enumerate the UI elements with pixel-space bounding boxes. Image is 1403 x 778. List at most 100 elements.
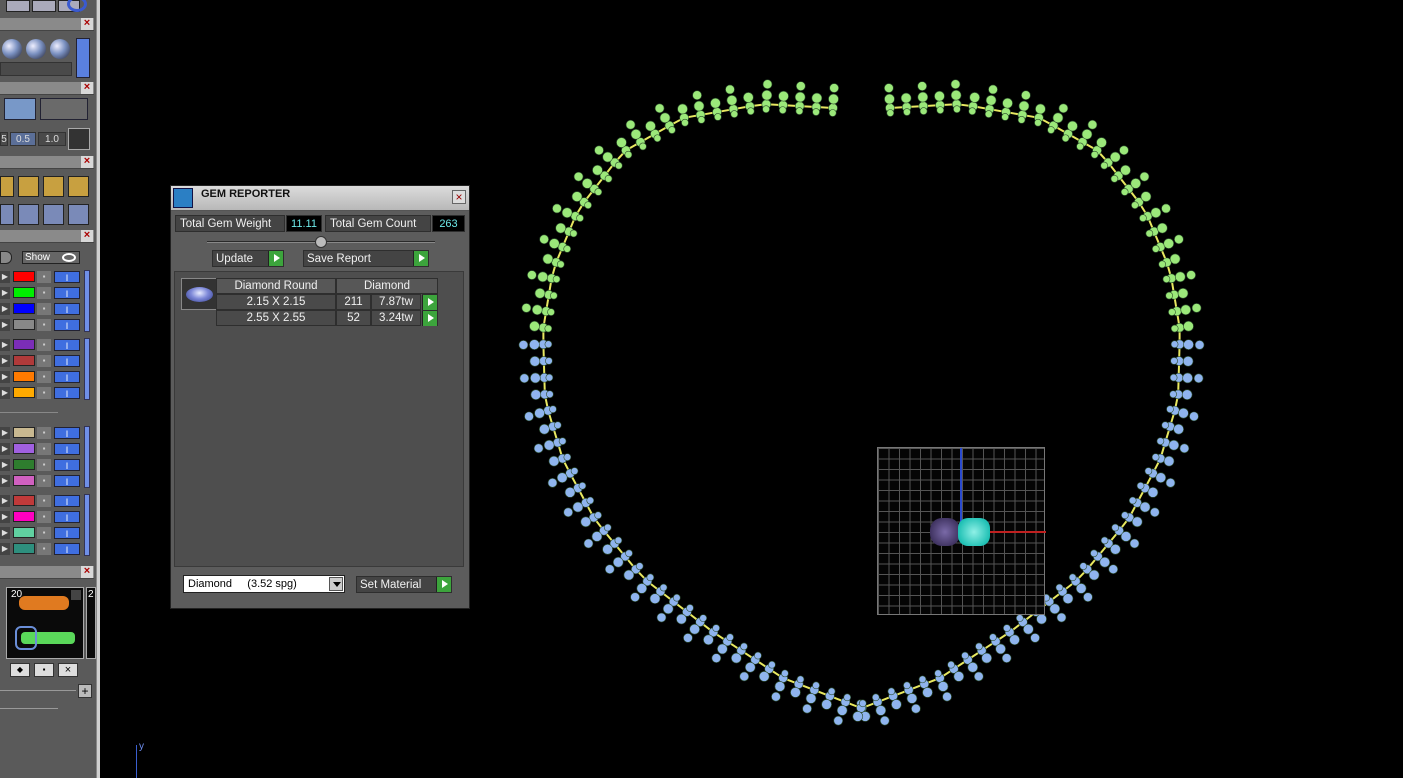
transform-tool-icon-2[interactable] — [18, 204, 39, 225]
layer-row[interactable]: ▶ ▪ I — [0, 510, 82, 524]
layer-color-swatch[interactable] — [13, 303, 35, 314]
expand-arrow-icon[interactable]: ▶ — [0, 475, 10, 487]
layer-color-swatch[interactable] — [13, 355, 35, 366]
edit-tool-icon-4[interactable] — [68, 176, 89, 197]
layer-visibility-toggle[interactable]: I — [54, 459, 80, 471]
sphere-shade-icon-3[interactable] — [50, 39, 70, 59]
lock-icon[interactable]: ▪ — [37, 387, 51, 399]
layer-color-swatch[interactable] — [13, 543, 35, 554]
show-toggle[interactable]: Show — [22, 251, 80, 264]
edit-tool-icon-3[interactable] — [43, 176, 64, 197]
layer-color-swatch[interactable] — [13, 287, 35, 298]
expand-arrow-icon[interactable]: ▶ — [0, 271, 10, 283]
transform-tool-icon-4[interactable] — [68, 204, 89, 225]
lock-icon[interactable]: ▪ — [37, 495, 51, 507]
close-icon[interactable]: × — [81, 18, 93, 30]
layer-visibility-toggle[interactable]: I — [54, 495, 80, 507]
library-delete-button[interactable]: × — [58, 663, 78, 677]
layer-visibility-toggle[interactable]: I — [54, 475, 80, 487]
expand-arrow-icon[interactable]: ▶ — [0, 371, 10, 383]
layer-color-swatch[interactable] — [13, 427, 35, 438]
tool-icon-2[interactable] — [32, 0, 56, 12]
layer-color-swatch[interactable] — [13, 527, 35, 538]
sphere-shade-icon-2[interactable] — [26, 39, 46, 59]
lock-icon[interactable]: ▪ — [37, 339, 51, 351]
circle-tool-icon[interactable] — [67, 0, 87, 12]
expand-arrow-icon[interactable]: ▶ — [0, 355, 10, 367]
expand-arrow-icon[interactable]: ▶ — [0, 303, 10, 315]
layer-row[interactable]: ▶ ▪ I — [0, 386, 82, 400]
layer-visibility-toggle[interactable]: I — [54, 355, 80, 367]
close-icon[interactable]: × — [81, 82, 93, 94]
layer-color-swatch[interactable] — [13, 495, 35, 506]
expand-arrow-icon[interactable]: ▶ — [0, 427, 10, 439]
close-icon[interactable]: × — [81, 156, 93, 168]
expand-arrow-icon[interactable]: ▶ — [0, 511, 10, 523]
chevron-down-icon[interactable] — [329, 577, 343, 591]
layer-color-swatch[interactable] — [13, 443, 35, 454]
layer-color-swatch[interactable] — [13, 459, 35, 470]
transform-tool-icon-1[interactable] — [0, 204, 14, 225]
lock-icon[interactable]: ▪ — [37, 543, 51, 555]
close-icon[interactable]: × — [81, 566, 93, 578]
lock-icon[interactable]: ▪ — [37, 303, 51, 315]
select-row-button[interactable] — [422, 310, 438, 326]
expand-arrow-icon[interactable]: ▶ — [0, 287, 10, 299]
layer-visibility-toggle[interactable]: I — [54, 303, 80, 315]
shade-mode-button[interactable] — [76, 38, 90, 78]
layer-visibility-toggle[interactable]: I — [54, 543, 80, 555]
tool-icon-1[interactable] — [6, 0, 30, 12]
layer-row[interactable]: ▶ ▪ I — [0, 338, 82, 352]
edit-tool-icon-1[interactable] — [0, 176, 14, 197]
hide-toggle[interactable] — [0, 251, 12, 264]
layer-row[interactable]: ▶ ▪ I — [0, 474, 82, 488]
library-thumbnail-2[interactable]: 2 — [86, 587, 96, 659]
expand-arrow-icon[interactable]: ▶ — [0, 443, 10, 455]
lock-icon[interactable]: ▪ — [37, 427, 51, 439]
expand-arrow-icon[interactable]: ▶ — [0, 543, 10, 555]
layer-color-swatch[interactable] — [13, 319, 35, 330]
layer-group-bar-1[interactable] — [84, 270, 90, 332]
layer-color-swatch[interactable] — [13, 271, 35, 282]
layer-row[interactable]: ▶ ▪ I — [0, 494, 82, 508]
lock-icon[interactable]: ▪ — [37, 271, 51, 283]
lock-icon[interactable]: ▪ — [37, 287, 51, 299]
layer-color-swatch[interactable] — [13, 339, 35, 350]
view-button-1[interactable] — [4, 98, 36, 120]
layer-visibility-toggle[interactable]: I — [54, 443, 80, 455]
layer-group-bar-3[interactable] — [84, 426, 90, 488]
library-save-button[interactable]: ▪ — [34, 663, 54, 677]
layer-row[interactable]: ▶ ▪ I — [0, 426, 82, 440]
layer-row[interactable]: ▶ ▪ I — [0, 270, 82, 284]
layer-visibility-toggle[interactable]: I — [54, 271, 80, 283]
material-select[interactable]: Diamond (3.52 spg) — [183, 575, 345, 593]
layer-group-bar-4[interactable] — [84, 494, 90, 556]
lock-icon[interactable]: ▪ — [37, 355, 51, 367]
expand-arrow-icon[interactable]: ▶ — [0, 319, 10, 331]
view-button-2[interactable] — [40, 98, 88, 120]
select-row-button[interactable] — [422, 294, 438, 310]
lock-icon[interactable]: ▪ — [37, 511, 51, 523]
expand-arrow-icon[interactable]: ▶ — [0, 339, 10, 351]
set-material-button[interactable]: Set Material — [356, 576, 452, 593]
layer-visibility-toggle[interactable]: I — [54, 387, 80, 399]
sphere-shade-icon-1[interactable] — [2, 39, 22, 59]
lock-icon[interactable]: ▪ — [37, 459, 51, 471]
lock-icon[interactable]: ▪ — [37, 527, 51, 539]
gem-reporter-titlebar[interactable]: GEM REPORTER × — [171, 186, 469, 211]
lock-icon[interactable]: ▪ — [37, 443, 51, 455]
layer-visibility-toggle[interactable]: I — [54, 287, 80, 299]
layer-color-swatch[interactable] — [13, 475, 35, 486]
layer-color-swatch[interactable] — [13, 387, 35, 398]
layer-visibility-toggle[interactable]: I — [54, 427, 80, 439]
expand-arrow-icon[interactable]: ▶ — [0, 495, 10, 507]
layer-color-swatch[interactable] — [13, 371, 35, 382]
save-report-button[interactable]: Save Report — [303, 250, 429, 267]
layer-visibility-toggle[interactable]: I — [54, 319, 80, 331]
layer-row[interactable]: ▶ ▪ I — [0, 526, 82, 540]
snap-field-3[interactable]: 1.0 — [38, 132, 66, 146]
layer-row[interactable]: ▶ ▪ I — [0, 542, 82, 556]
expand-arrow-icon[interactable]: ▶ — [0, 387, 10, 399]
layer-visibility-toggle[interactable]: I — [54, 527, 80, 539]
close-icon[interactable]: × — [81, 230, 93, 242]
